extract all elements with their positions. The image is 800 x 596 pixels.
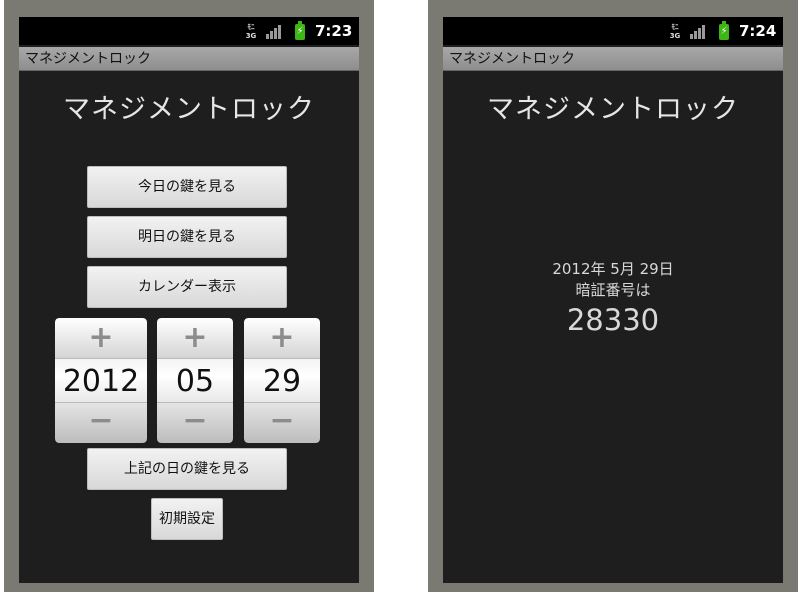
page-heading: マネジメントロック: [63, 94, 315, 125]
pin-label: 暗証番号は: [575, 281, 651, 299]
pin-code: 28330: [566, 303, 660, 337]
3g-network-icon: ﾓﾆ 3G: [667, 23, 683, 41]
status-bar: ﾓﾆ 3G ⚡ 7:23: [19, 17, 359, 45]
year-picker: + 2012 −: [55, 318, 147, 443]
network-label-top: ﾓﾆ: [247, 23, 255, 31]
screen-result: ﾓﾆ 3G ⚡ 7:24 マネジメントロック マネジメントロック 2012年 5…: [443, 17, 783, 583]
status-clock: 7:24: [739, 22, 777, 40]
screen-main: ﾓﾆ 3G ⚡ 7:23 マネジメントロック マネジメントロック 今日の鍵を見る…: [19, 17, 359, 583]
year-decrement-button[interactable]: −: [55, 403, 147, 443]
month-value[interactable]: 05: [157, 358, 233, 403]
month-picker: + 05 −: [157, 318, 233, 443]
phone-frame-result: ﾓﾆ 3G ⚡ 7:24 マネジメントロック マネジメントロック 2012年 5…: [428, 0, 798, 592]
app-title-bar: マネジメントロック: [19, 47, 359, 71]
3g-network-icon: ﾓﾆ 3G: [243, 23, 259, 41]
network-label-top: ﾓﾆ: [671, 23, 679, 31]
day-value[interactable]: 29: [244, 358, 320, 403]
app-title-bar: マネジメントロック: [443, 47, 783, 71]
view-today-key-button[interactable]: 今日の鍵を見る: [87, 166, 287, 208]
day-picker: + 29 −: [244, 318, 320, 443]
battery-charging-icon: ⚡: [719, 21, 729, 40]
month-decrement-button[interactable]: −: [157, 403, 233, 443]
initial-settings-button[interactable]: 初期設定: [151, 498, 223, 540]
status-bar: ﾓﾆ 3G ⚡ 7:24: [443, 17, 783, 45]
day-increment-button[interactable]: +: [244, 318, 320, 358]
battery-charging-icon: ⚡: [295, 21, 305, 40]
year-increment-button[interactable]: +: [55, 318, 147, 358]
network-label-bottom: 3G: [245, 32, 257, 40]
signal-icon: [690, 25, 706, 39]
status-clock: 7:23: [315, 22, 353, 40]
page-heading: マネジメントロック: [487, 94, 739, 125]
result-date: 2012年 5月 29日: [552, 260, 674, 278]
month-increment-button[interactable]: +: [157, 318, 233, 358]
signal-icon: [266, 25, 282, 39]
phone-frame-main: ﾓﾆ 3G ⚡ 7:23 マネジメントロック マネジメントロック 今日の鍵を見る…: [4, 0, 374, 592]
day-decrement-button[interactable]: −: [244, 403, 320, 443]
network-label-bottom: 3G: [669, 32, 681, 40]
view-tomorrow-key-button[interactable]: 明日の鍵を見る: [87, 216, 287, 258]
year-value[interactable]: 2012: [55, 358, 147, 403]
view-selected-date-key-button[interactable]: 上記の日の鍵を見る: [87, 448, 287, 490]
calendar-button[interactable]: カレンダー表示: [87, 266, 287, 308]
